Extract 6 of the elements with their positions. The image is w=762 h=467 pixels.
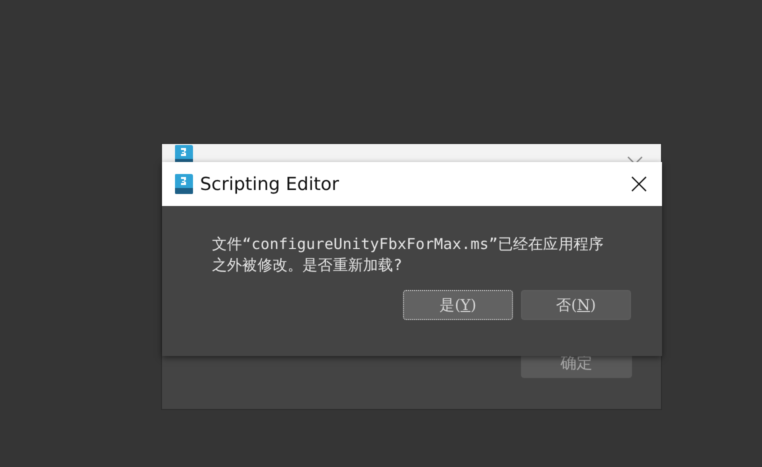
close-icon xyxy=(631,176,647,192)
dialog-title: Scripting Editor xyxy=(200,174,340,194)
dialog-message: 文件“configureUnityFbxForMax.ms”已经在应用程序之外被修改。是否重新加载? xyxy=(212,234,605,276)
app-logo-icon xyxy=(174,173,194,195)
dialog-button[interactable]: 否(N) xyxy=(521,290,631,320)
dialog-button[interactable]: 是(Y) xyxy=(403,290,513,320)
